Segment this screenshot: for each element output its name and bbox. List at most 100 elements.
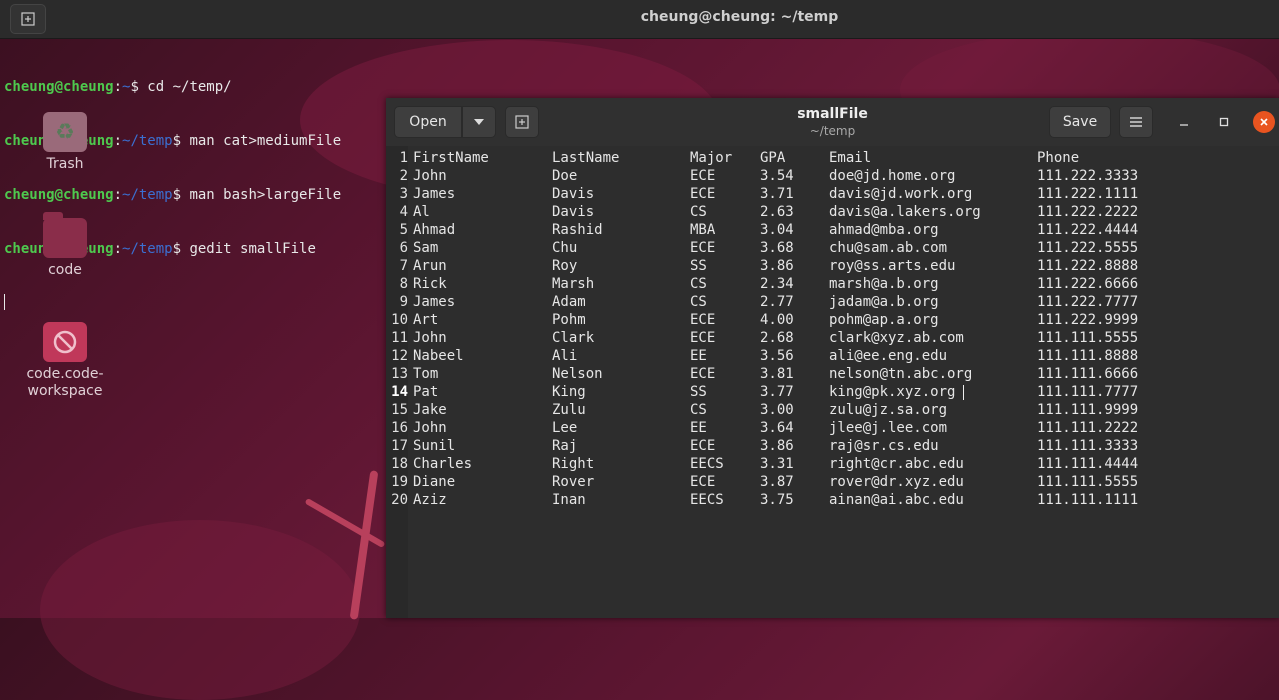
gpa-cell: GPA: [760, 150, 786, 166]
gpa-cell: 2.68: [760, 330, 794, 346]
firstname-cell: Arun: [413, 258, 447, 274]
line-number: 15: [391, 402, 408, 418]
line-number: 14: [391, 384, 408, 400]
email-cell: jlee@j.lee.com: [829, 420, 948, 436]
line-number: 13: [391, 366, 408, 382]
firstname-cell: Nabeel: [413, 348, 464, 364]
email-cell: doe@jd.home.org: [829, 168, 956, 184]
lastname-cell: Davis: [552, 186, 595, 202]
gpa-cell: 3.54: [760, 168, 794, 184]
desktop-icon-code-workspace[interactable]: code.code-workspace: [10, 322, 120, 400]
phone-cell: 111.222.1111: [1037, 186, 1139, 202]
line-number: 1: [399, 150, 408, 166]
firstname-cell: Diane: [413, 474, 456, 490]
lastname-cell: Adam: [552, 294, 586, 310]
line-number: 12: [391, 348, 408, 364]
gpa-cell: 2.77: [760, 294, 794, 310]
major-cell: ECE: [690, 240, 716, 256]
prompt-path: ~/temp: [122, 241, 173, 257]
save-button[interactable]: Save: [1049, 106, 1111, 138]
gedit-window: Open smallFile ~/temp Save 1 FirstName L…: [386, 98, 1279, 618]
gpa-cell: 3.64: [760, 420, 794, 436]
major-cell: MBA: [690, 222, 716, 238]
major-cell: ECE: [690, 312, 716, 328]
phone-cell: 111.222.5555: [1037, 240, 1139, 256]
email-cell: roy@ss.arts.edu: [829, 258, 956, 274]
hamburger-menu-button[interactable]: [1119, 106, 1153, 138]
lastname-cell: Lee: [552, 420, 578, 436]
line-number: 6: [399, 240, 408, 256]
trash-icon: ♻: [43, 112, 87, 152]
prompt-user: cheung@cheung: [4, 187, 114, 203]
minimize-button[interactable]: [1173, 111, 1195, 133]
lastname-cell: Rover: [552, 474, 595, 490]
firstname-cell: Al: [413, 204, 430, 220]
phone-cell: 111.111.9999: [1037, 402, 1139, 418]
gpa-cell: 2.34: [760, 276, 794, 292]
line-number: 18: [391, 456, 408, 472]
phone-cell: 111.111.8888: [1037, 348, 1139, 364]
email-cell: king@pk.xyz.org: [829, 384, 956, 400]
command-text: $ cd ~/temp/: [130, 79, 232, 95]
lastname-cell: LastName: [552, 150, 620, 166]
email-cell: zulu@jz.sa.org: [829, 402, 948, 418]
line-number: 11: [391, 330, 408, 346]
lastname-cell: Ali: [552, 348, 578, 364]
major-cell: EE: [690, 348, 707, 364]
major-cell: ECE: [690, 186, 716, 202]
hamburger-icon: [1130, 117, 1142, 127]
major-cell: EE: [690, 420, 707, 436]
gpa-cell: 3.71: [760, 186, 794, 202]
maximize-button[interactable]: [1213, 111, 1235, 133]
desktop-icon-trash[interactable]: ♻ Trash: [10, 112, 120, 172]
terminal-line: cheung@cheung:~/temp$ man bash>largeFile: [4, 186, 341, 204]
firstname-cell: Jake: [413, 402, 447, 418]
text-editor-area[interactable]: 1 FirstName LastName Major GPA Email Phone 2 Joh…: [386, 146, 1279, 618]
line-number: 19: [391, 474, 408, 490]
major-cell: ECE: [690, 168, 716, 184]
lastname-cell: Right: [552, 456, 595, 472]
lastname-cell: Marsh: [552, 276, 595, 292]
command-text: $ man cat>mediumFile: [172, 133, 342, 149]
email-cell: jadam@a.b.org: [829, 294, 939, 310]
gpa-cell: 3.75: [760, 492, 794, 508]
lastname-cell: King: [552, 384, 586, 400]
desktop-icon-code[interactable]: code: [10, 212, 120, 278]
desktop-icon-label: code.code-workspace: [26, 366, 104, 399]
lastname-cell: Chu: [552, 240, 578, 256]
firstname-cell: Ahmad: [413, 222, 456, 238]
major-cell: CS: [690, 204, 707, 220]
phone-cell: 111.222.6666: [1037, 276, 1139, 292]
major-cell: CS: [690, 294, 707, 310]
firstname-cell: John: [413, 420, 447, 436]
gpa-cell: 3.81: [760, 366, 794, 382]
major-cell: ECE: [690, 474, 716, 490]
lastname-cell: Davis: [552, 204, 595, 220]
major-cell: CS: [690, 276, 707, 292]
lastname-cell: Doe: [552, 168, 578, 184]
gpa-cell: 2.63: [760, 204, 794, 220]
gpa-cell: 3.68: [760, 240, 794, 256]
close-button[interactable]: [1253, 111, 1275, 133]
gpa-cell: 3.86: [760, 438, 794, 454]
folder-icon: [43, 212, 87, 258]
gpa-cell: 3.56: [760, 348, 794, 364]
email-cell: ahmad@mba.org: [829, 222, 939, 238]
text-cursor: [963, 385, 964, 400]
phone-cell: 111.222.8888: [1037, 258, 1139, 274]
phone-cell: 111.111.2222: [1037, 420, 1139, 436]
terminal-output[interactable]: cheung@cheung:~$ cd ~/temp/ cheung@cheun…: [4, 42, 341, 333]
firstname-cell: Art: [413, 312, 439, 328]
lastname-cell: Zulu: [552, 402, 586, 418]
line-number: 10: [391, 312, 408, 328]
lastname-cell: Pohm: [552, 312, 586, 328]
gpa-cell: 3.31: [760, 456, 794, 472]
email-cell: Email: [829, 150, 872, 166]
gpa-cell: 3.04: [760, 222, 794, 238]
firstname-cell: James: [413, 186, 456, 202]
email-cell: rover@dr.xyz.edu: [829, 474, 964, 490]
firstname-cell: James: [413, 294, 456, 310]
email-cell: raj@sr.cs.edu: [829, 438, 939, 454]
blocked-file-icon: [43, 322, 87, 362]
major-cell: ECE: [690, 330, 716, 346]
